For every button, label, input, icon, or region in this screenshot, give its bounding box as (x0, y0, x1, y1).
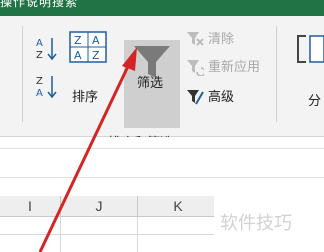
advanced-filter-button[interactable]: 高级 (186, 86, 246, 106)
column-header-i[interactable]: I (0, 196, 61, 216)
sort-button-label: 排序 (72, 90, 99, 105)
column-header-j[interactable]: J (61, 196, 138, 216)
text-to-columns-icon (297, 35, 324, 63)
svg-text:A: A (36, 38, 43, 49)
clear-button[interactable]: 清除 (186, 28, 266, 48)
ribbon-separator (276, 26, 277, 122)
reapply-button[interactable]: 重新应用 (186, 56, 274, 76)
ribbon-separator (22, 26, 23, 122)
sort-button[interactable]: Z A A Z 排序 (66, 30, 110, 110)
advanced-filter-label: 高级 (208, 90, 235, 105)
text-to-columns-label: 分 (308, 94, 322, 109)
text-to-columns-button[interactable]: 分 (284, 32, 324, 112)
formula-bar[interactable] (0, 148, 324, 178)
sort-ascending-icon: A Z (36, 38, 57, 61)
svg-text:Z: Z (92, 49, 100, 62)
clear-filter-icon (187, 32, 204, 46)
svg-text:Z: Z (36, 50, 43, 61)
svg-text:Z: Z (74, 34, 82, 47)
sort-dialog-icon: Z A A Z (69, 31, 107, 63)
reapply-filter-icon (187, 60, 204, 76)
svg-text:Z: Z (36, 76, 43, 87)
svg-text:A: A (74, 49, 82, 62)
reapply-button-label: 重新应用 (208, 60, 261, 75)
filter-button-label: 筛选 (137, 76, 164, 91)
watermark: 软件技巧 (214, 196, 324, 252)
title-bar: 操作说明搜索 (0, 0, 324, 16)
sort-descending-icon: Z A (36, 76, 57, 99)
ribbon-data-tab: A Z Z A Z A A Z 排序 筛选 清除 重新应用 高级 分 (0, 16, 324, 151)
tell-me-search-hint: 操作说明搜索 (0, 0, 79, 9)
svg-text:A: A (92, 34, 100, 47)
column-header-k[interactable]: K (138, 196, 219, 216)
sort-ascending-button[interactable]: A Z (34, 34, 60, 62)
svg-text:A: A (36, 88, 43, 99)
sort-descending-button[interactable]: Z A (34, 72, 60, 100)
advanced-filter-icon (187, 90, 204, 105)
clear-button-label: 清除 (208, 32, 235, 47)
